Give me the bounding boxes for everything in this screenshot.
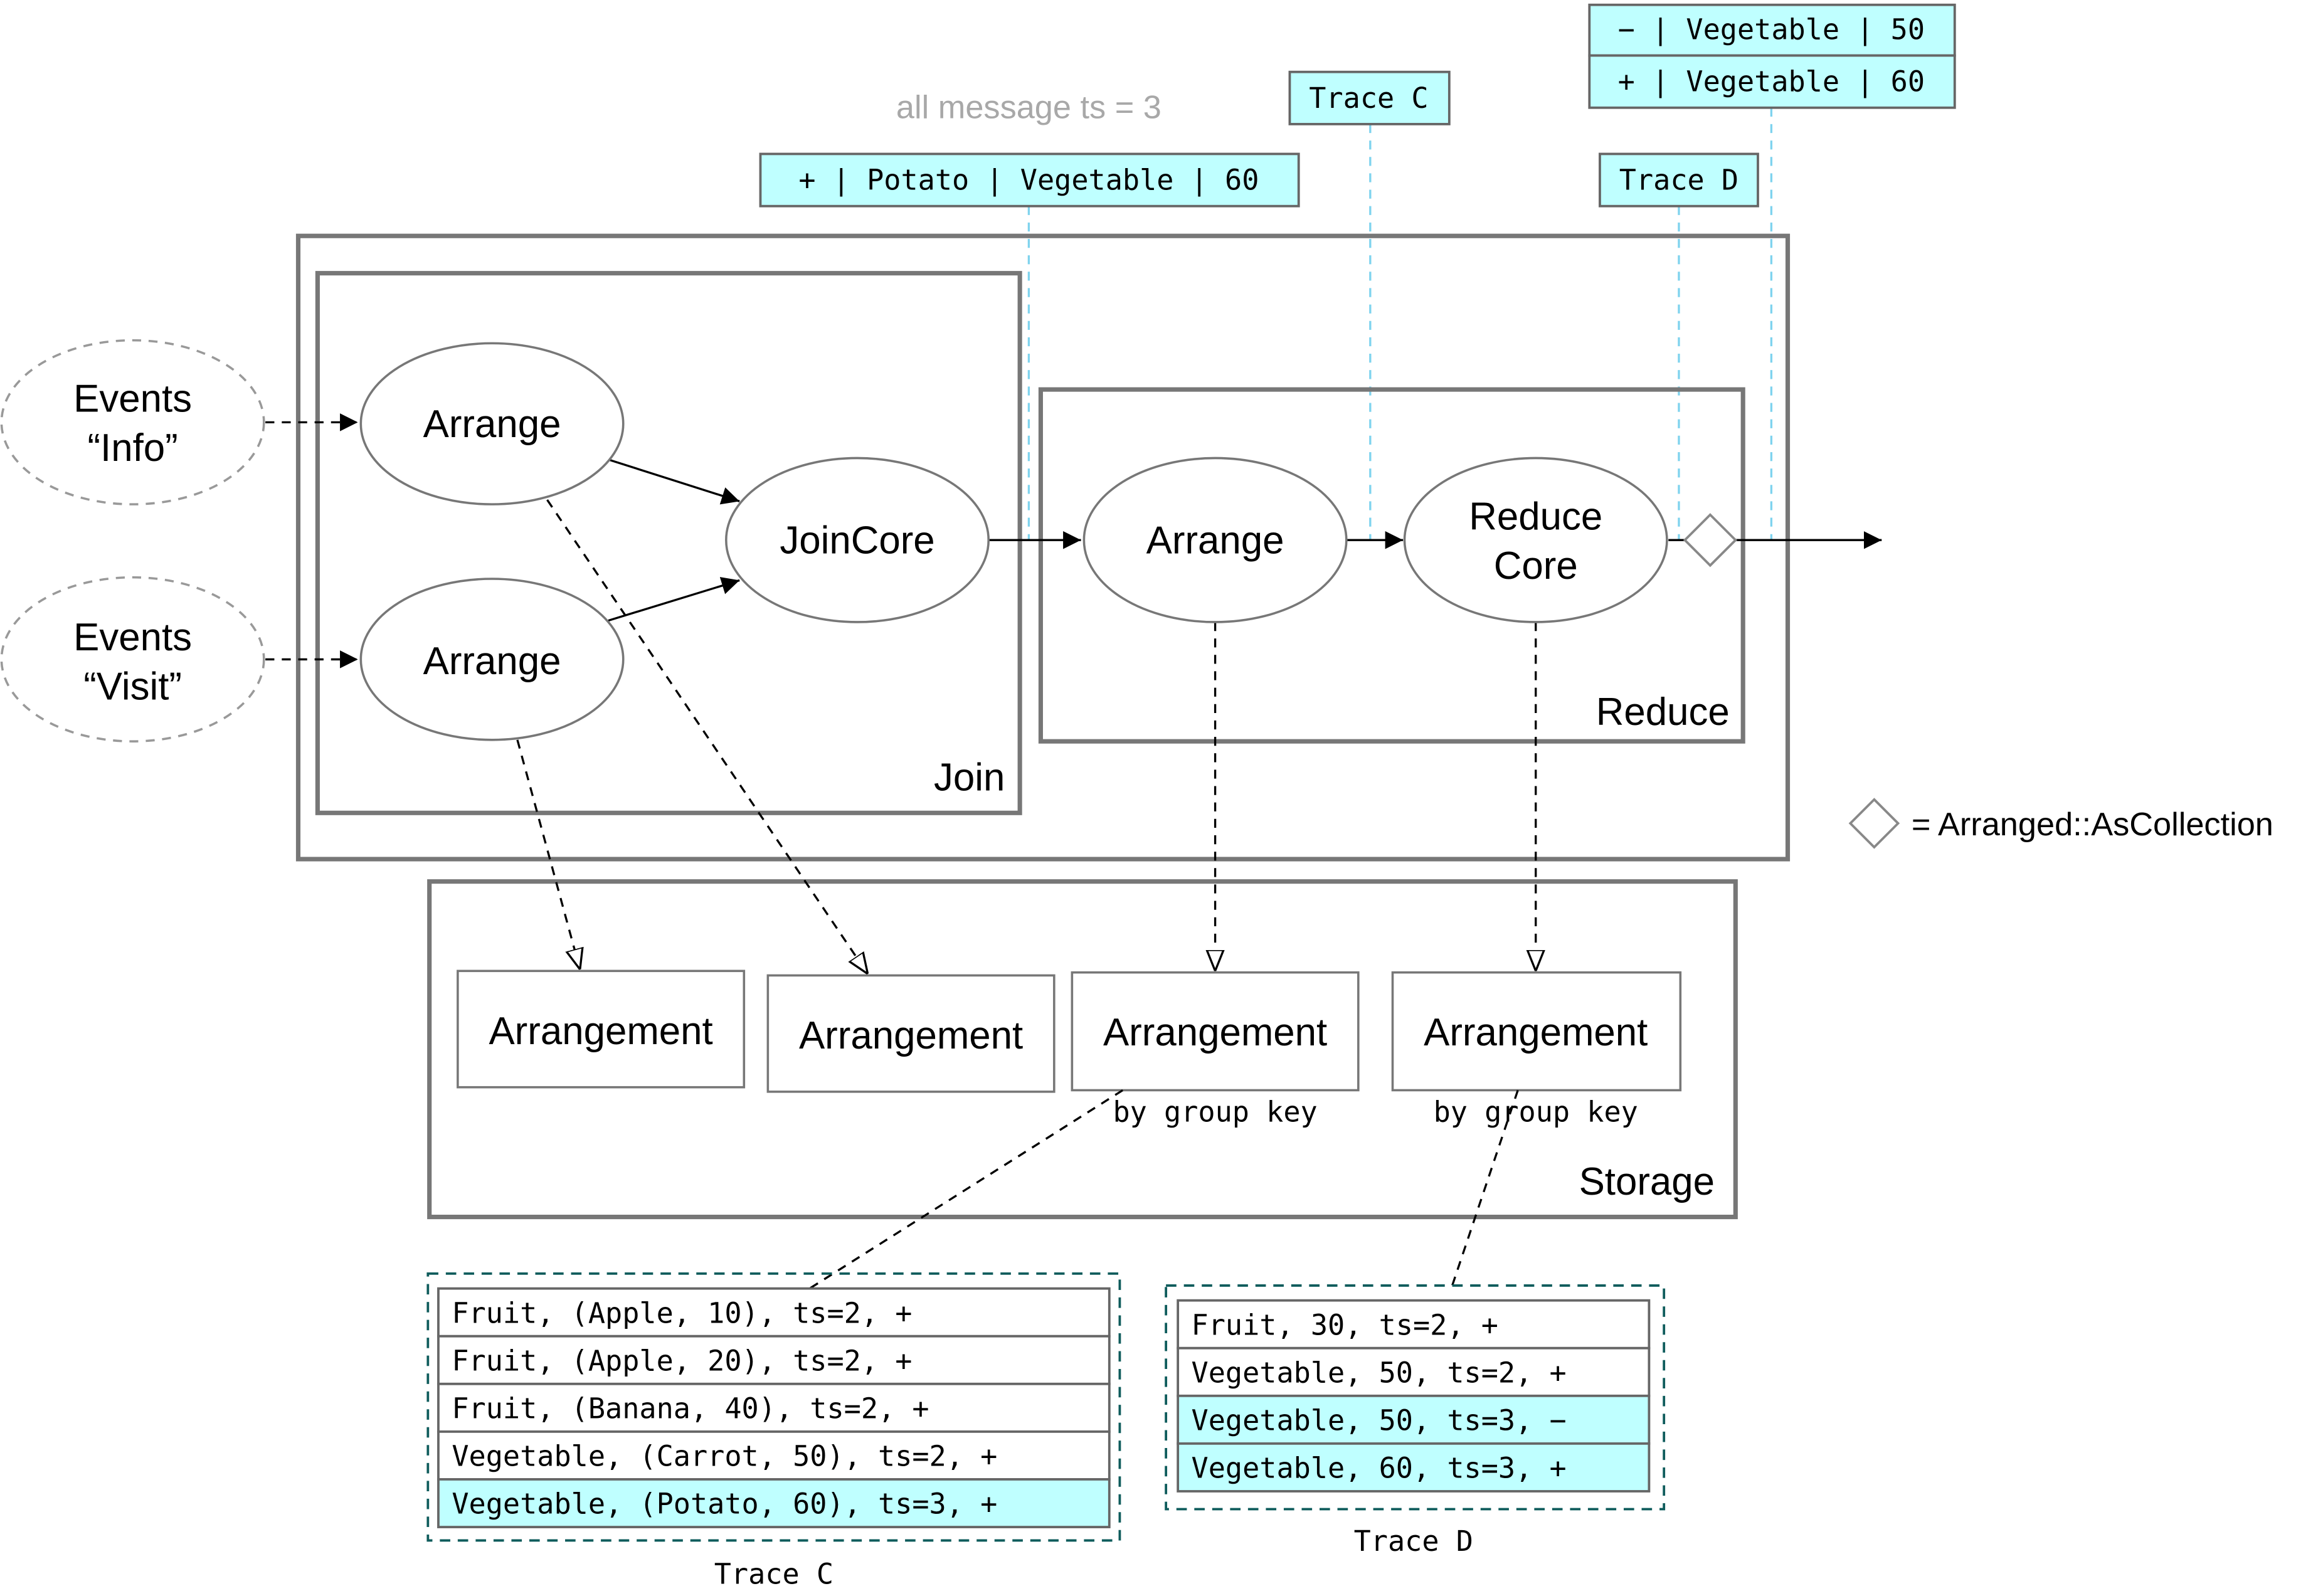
legend: = Arranged::AsCollection (1848, 798, 2273, 849)
storage-group-label: Storage (1579, 1160, 1715, 1203)
input-label-line1: Events (73, 616, 192, 659)
dataflow-diagram: all message ts = 3 + | Potato | Vegetabl… (0, 3, 2273, 1590)
diamond-icon (1848, 798, 1900, 849)
arrangement-label: Arrangement (799, 1014, 1023, 1057)
arrangement-2[interactable]: Arrangement (766, 974, 1056, 1093)
arrangement-label: Arrangement (1424, 1011, 1648, 1054)
trace-row-text: Vegetable, (Carrot, 50), ts=2, + (452, 1440, 997, 1473)
trace-caption: Trace C (714, 1557, 833, 1590)
trace-row-text: Vegetable, (Potato, 60), ts=3, + (452, 1488, 997, 1521)
trace-row: Fruit, (Banana, 40), ts=2, + (437, 1382, 1111, 1433)
trace-row-text: Vegetable, 50, ts=3, − (1192, 1404, 1567, 1437)
timestamp-note: all message ts = 3 (896, 89, 1162, 125)
trace-row-text: Fruit, (Banana, 40), ts=2, + (452, 1392, 929, 1425)
message-text: Trace C (1309, 82, 1428, 115)
operator-label-line2: Core (1494, 544, 1578, 588)
input-events-info[interactable]: Events “Info” (0, 339, 265, 505)
arrangement-sublabel: by group key (1434, 1095, 1638, 1128)
operator-label-line1: Reduce (1469, 495, 1602, 539)
trace-row-text: Vegetable, 50, ts=2, + (1192, 1356, 1567, 1389)
trace-row: Fruit, 30, ts=2, + (1177, 1299, 1651, 1350)
arrangement-3[interactable]: Arrangement by group key (1071, 971, 1360, 1129)
operator-arrange-reduce[interactable]: Arrange (1082, 457, 1348, 623)
trace-row: Vegetable, 60, ts=3, + (1177, 1442, 1651, 1493)
trace-row: Fruit, (Apple, 20), ts=2, + (437, 1334, 1111, 1385)
message-text: Trace D (1619, 164, 1738, 197)
operator-shape (1403, 457, 1668, 623)
arrangement-label: Arrangement (489, 1010, 712, 1053)
trace-row-text: Vegetable, 60, ts=3, + (1192, 1452, 1567, 1485)
input-label-line1: Events (73, 378, 192, 421)
arrangement-4[interactable]: Arrangement by group key (1391, 971, 1682, 1129)
arrangement-label: Arrangement (1103, 1011, 1327, 1054)
arrangement-1[interactable]: Arrangement (457, 970, 746, 1089)
message-text: + | Potato | Vegetable | 60 (798, 164, 1259, 197)
trace-row-text: Fruit, (Apple, 20), ts=2, + (452, 1344, 912, 1377)
operator-label: Arrange (1146, 519, 1284, 563)
trace-row: Fruit, (Apple, 10), ts=2, + (437, 1287, 1111, 1338)
trace-row-text: Fruit, (Apple, 10), ts=2, + (452, 1296, 912, 1329)
trace-c: Fruit, (Apple, 10), ts=2, + Fruit, (Apple… (426, 1272, 1121, 1590)
input-node-shape (0, 576, 265, 743)
operator-label: Arrange (423, 640, 561, 683)
edge-arrange-info-to-joincore (608, 458, 740, 505)
edge-arrangement-3-to-trace-c (809, 1089, 1124, 1290)
message-trace-c-label: Trace C (1288, 70, 1451, 125)
input-node-shape (0, 339, 265, 505)
operator-label: Arrange (423, 403, 561, 446)
input-events-visit[interactable]: Events “Visit” (0, 576, 265, 743)
operator-joincore[interactable]: JoinCore (725, 457, 990, 623)
input-label-line2: “Visit” (83, 665, 182, 709)
diamond-icon (1683, 513, 1737, 568)
input-label-line2: “Info” (87, 426, 177, 470)
message-text: + | Vegetable | 60 (1618, 65, 1925, 98)
message-reduce-output: − | Vegetable | 50 + | Vegetable | 60 (1588, 3, 1956, 109)
message-trace-d-label: Trace D (1599, 152, 1759, 208)
legend-text: = Arranged::AsCollection (1912, 806, 2273, 843)
trace-row: Vegetable, (Carrot, 50), ts=2, + (437, 1430, 1111, 1481)
edge-arrange-visit-to-arrangement-1 (516, 739, 580, 970)
arrangement-sublabel: by group key (1113, 1095, 1317, 1128)
trace-caption: Trace D (1354, 1525, 1473, 1558)
message-join-output: + | Potato | Vegetable | 60 (759, 152, 1300, 208)
join-group-label: Join (934, 756, 1005, 800)
trace-row: Vegetable, 50, ts=3, − (1177, 1394, 1651, 1445)
operator-label: JoinCore (780, 519, 934, 563)
reduce-group-label: Reduce (1596, 690, 1730, 734)
trace-row: Vegetable, (Potato, 60), ts=3, + (437, 1478, 1111, 1528)
operator-arrange-info[interactable]: Arrange (359, 342, 625, 505)
trace-row-text: Fruit, 30, ts=2, + (1192, 1308, 1498, 1341)
operator-arrange-visit[interactable]: Arrange (359, 578, 625, 741)
operator-reducecore[interactable]: Reduce Core (1403, 457, 1668, 623)
message-text: − | Vegetable | 50 (1618, 13, 1925, 46)
edge-arrange-visit-to-joincore (608, 577, 740, 622)
trace-row: Vegetable, 50, ts=2, + (1177, 1346, 1651, 1397)
trace-d: Fruit, 30, ts=2, + Vegetable, 50, ts=2, +… (1165, 1284, 1666, 1558)
